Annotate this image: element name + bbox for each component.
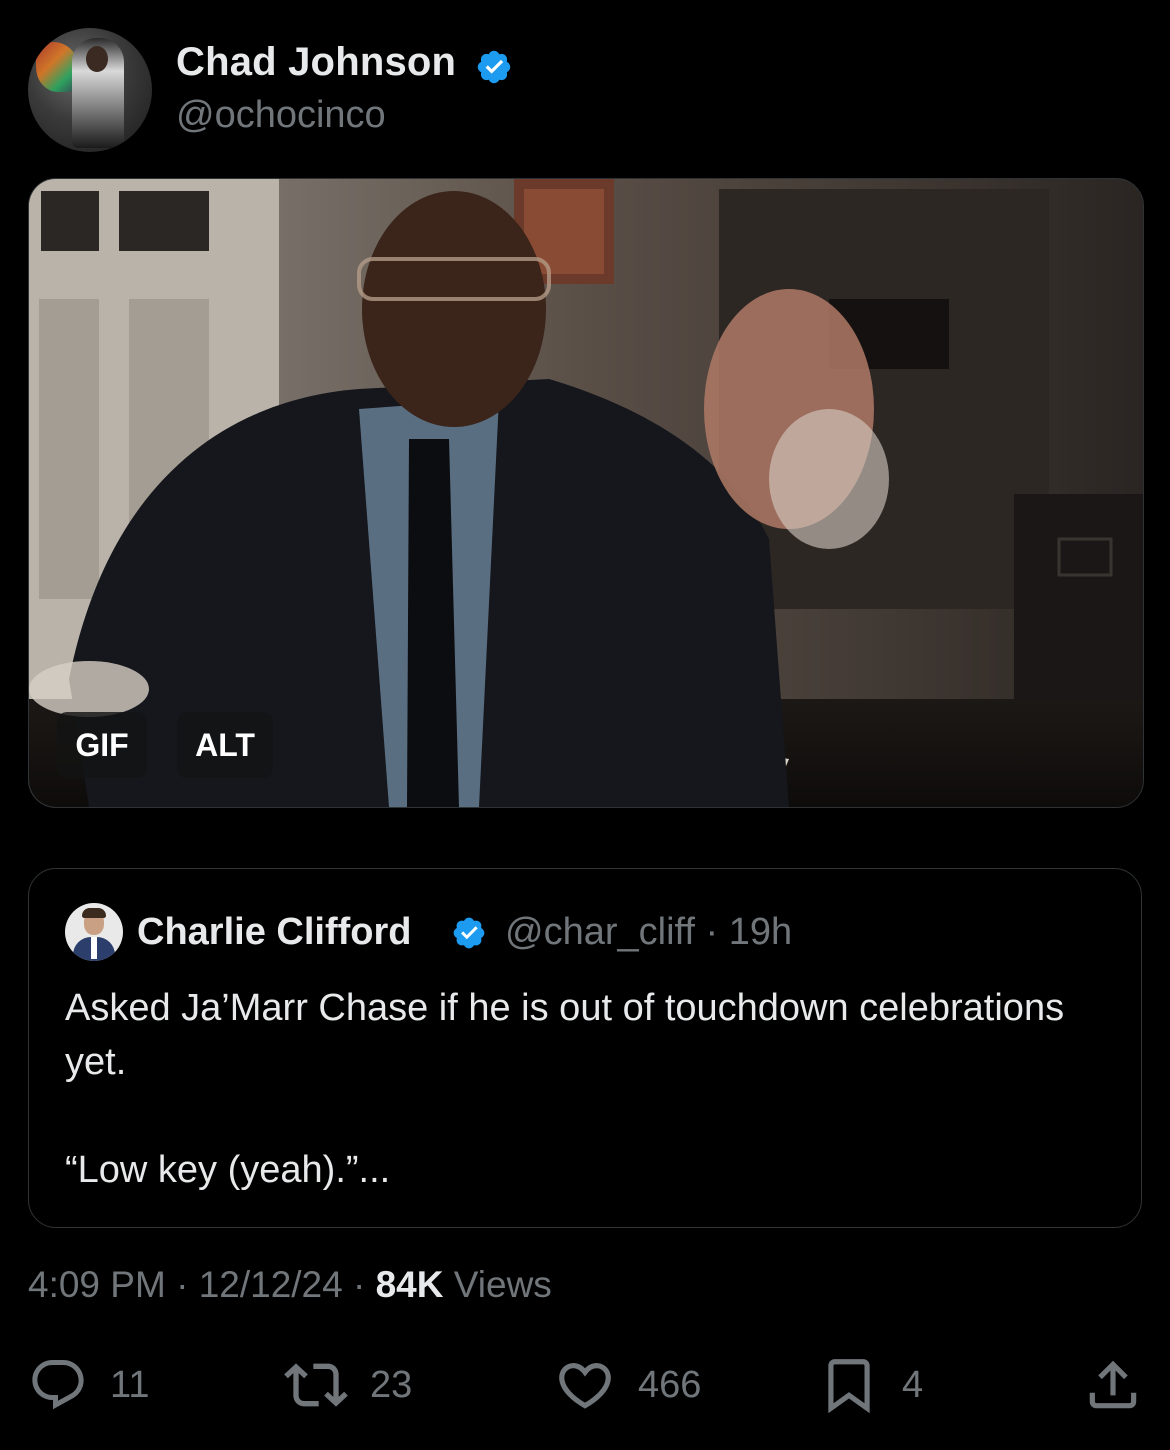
author-handle[interactable]: @ochocinco [176,94,386,137]
share-icon [1089,1360,1137,1409]
bookmark-icon [828,1359,870,1414]
author-avatar[interactable] [28,28,152,152]
repost-icon [284,1363,348,1407]
share-button[interactable] [1082,1350,1144,1420]
bookmark-count: 4 [902,1363,924,1406]
avatar-head [86,46,108,72]
verified-badge-icon [477,50,511,84]
quoted-post-text: Asked Ja’Marr Chase if he is out of touc… [65,981,1105,1197]
alt-text-button[interactable]: ALT [177,712,273,778]
post-meta: 4:09 PM · 12/12/24 · 84K Views [28,1264,552,1306]
quoted-post-card[interactable]: Charlie Clifford @char_cliff · 19h Asked… [28,868,1142,1228]
quoted-text-line: “Low key (yeah).”... [65,1149,391,1191]
action-bar: 11 23 466 4 [0,1350,1170,1420]
gif-badge: GIF [57,712,147,778]
quoted-text-line: Asked Ja’Marr Chase if he is out of touc… [65,987,1065,1083]
verified-badge-icon [453,917,485,949]
like-icon [559,1363,611,1409]
views-label[interactable]: Views [454,1264,552,1305]
author-name[interactable]: Chad Johnson [176,40,456,85]
quoted-post-age: 19h [728,911,793,953]
quoted-author-handle: @char_cliff [505,911,695,953]
like-count: 466 [638,1363,702,1406]
post-time[interactable]: 4:09 PM [28,1264,166,1305]
repost-count: 23 [370,1363,413,1406]
quoted-author-name[interactable]: Charlie Clifford [137,911,411,954]
reply-icon [32,1360,84,1410]
avatar-hair [82,908,106,918]
repost-button[interactable]: 23 [284,1350,412,1420]
meta-separator: · [705,911,719,953]
like-button[interactable]: 466 [554,1350,701,1420]
reply-button[interactable]: 11 [28,1350,149,1420]
meta-separator: · [176,1264,189,1305]
quoted-author-avatar[interactable] [65,903,123,961]
quoted-post-meta[interactable]: @char_cliff · 19h [505,911,792,954]
reply-count: 11 [110,1363,150,1406]
post-date[interactable]: 12/12/24 [199,1264,343,1305]
avatar-shirt [91,937,97,959]
meta-separator: · [353,1264,366,1305]
views-count[interactable]: 84K [376,1264,444,1305]
bookmark-button[interactable]: 4 [818,1350,923,1420]
